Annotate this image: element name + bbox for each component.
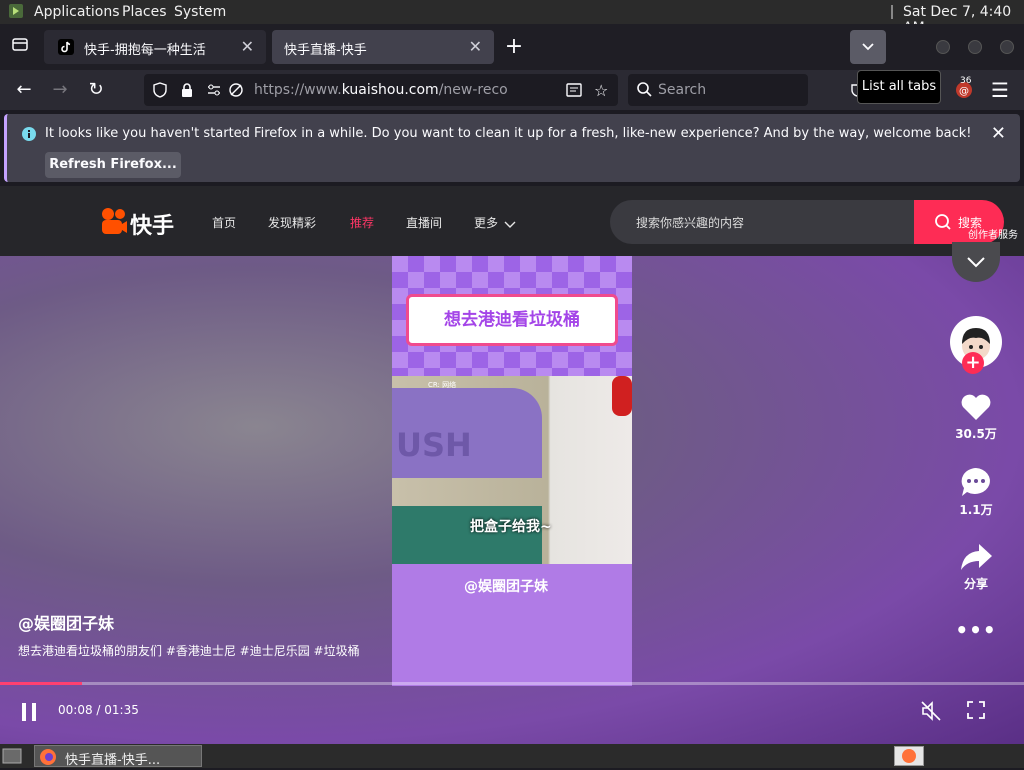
video-watermark: @娱圈团子妹 [464,579,548,595]
close-tab-icon[interactable]: ✕ [241,37,254,56]
url-domain: kuaishou.com [341,82,439,98]
red-glove [612,376,632,416]
notification-message: It looks like you haven't started Firefo… [45,126,972,141]
trash-bin-top: USH [392,388,542,478]
search-placeholder: Search [658,82,707,98]
progress-fill [0,682,82,685]
applications-icon[interactable] [8,3,24,23]
nav-more[interactable]: 更多 [474,214,498,231]
share-arrow-icon [961,544,992,570]
video-controls: 00:08 / 01:35 [0,682,1024,744]
tab-kuaishou-live[interactable]: 快手直播-快手 ✕ [272,30,494,64]
info-icon [21,126,37,146]
url-scheme: https://www. [254,82,342,98]
kuaishou-logo-icon[interactable] [100,206,128,240]
chevron-down-icon[interactable] [504,215,516,234]
shield-icon[interactable] [152,82,168,102]
tiktok-icon [58,39,74,55]
search-icon [636,81,652,101]
desktop-taskbar: 快手直播-快手... [0,744,1024,768]
autoplay-blocked-icon[interactable] [228,82,244,102]
url-text[interactable]: https://www.kuaishou.com/new-reco [254,82,508,98]
taskbar-window-button[interactable]: 快手直播-快手... [34,745,202,770]
lock-icon[interactable] [180,82,194,102]
menu-system[interactable]: System [174,4,226,20]
window-minimize-button[interactable] [936,40,950,54]
sign-text: USH [396,426,472,464]
hamburger-menu-icon[interactable]: ☰ [988,78,1012,102]
tab-title: 快手-拥抱每一种生活 [84,43,206,58]
share-label: 分享 [963,577,988,591]
video-player[interactable]: 想去港迪看垃圾桶 CR: 网络 USH 把盒子给我~ @娱圈团子妹 + 30.5… [0,242,1024,744]
extension-badge: 36 [960,76,972,86]
pause-icon[interactable] [20,702,38,726]
tooltip: List all tabs [857,70,941,104]
firefox-view-icon[interactable] [8,35,32,59]
creator-service-link[interactable]: 创作者服务 [968,226,1018,241]
url-bar[interactable]: https://www.kuaishou.com/new-reco ☆ [144,74,618,106]
menu-applications[interactable]: Applications [34,4,120,20]
close-tab-icon[interactable]: ✕ [469,37,482,56]
kuaishou-logo-text[interactable]: 快手 [130,208,174,240]
comment-icon [961,468,990,496]
follow-plus-button[interactable]: + [962,352,984,374]
site-search-input[interactable]: 搜索你感兴趣的内容 [610,200,914,244]
mute-icon[interactable] [920,700,942,726]
search-icon [934,213,952,235]
nav-live[interactable]: 直播间 [406,214,442,231]
firefox-notification-bar: It looks like you haven't started Firefo… [4,114,1020,182]
page-content: 快手 首页 发现精彩 推荐 直播间 更多 搜索你感兴趣的内容 搜索 创作者服务 … [0,186,1024,744]
tab-title: 快手直播-快手 [284,43,367,58]
video-subtitle: 把盒子给我~ [470,519,552,535]
url-path: /new-reco [438,82,508,98]
playback-time: 00:08 / 01:35 [58,703,139,717]
workspace-switcher[interactable] [894,746,924,766]
close-notification-icon[interactable]: ✕ [991,123,1006,144]
nav-discover[interactable]: 发现精彩 [268,214,316,231]
firefox-icon [39,748,57,770]
back-arrow-icon[interactable]: ← [12,78,36,102]
prev-video-button[interactable] [952,242,1000,282]
tab-kuaishou-home[interactable]: 快手-拥抱每一种生活 ✕ [44,30,266,64]
more-options-icon[interactable]: ••• [946,618,1006,642]
reader-view-icon[interactable] [566,82,582,102]
fullscreen-icon[interactable] [966,700,986,724]
list-all-tabs-button[interactable] [850,30,886,64]
like-count: 30.5万 [955,427,997,441]
tab-strip: 快手-拥抱每一种生活 ✕ 快手直播-快手 ✕ + [0,24,1024,70]
like-button[interactable]: 30.5万 [946,392,1006,442]
video-author[interactable]: @娱圈团子妹 [18,610,114,634]
comment-button[interactable]: 1.1万 [946,466,1006,518]
menu-places[interactable]: Places [122,4,167,20]
share-button[interactable]: 分享 [946,542,1006,592]
window-maximize-button[interactable] [968,40,982,54]
bookmark-star-icon[interactable]: ☆ [594,81,608,100]
reload-icon[interactable]: ↻ [84,78,108,102]
taskbar-window-title: 快手直播-快手... [65,753,161,768]
heart-icon [961,394,991,420]
window-close-button[interactable] [1000,40,1014,54]
video-scene: CR: 网络 USH 把盒子给我~ [392,376,632,564]
desktop-top-panel: Applications Places System Sat Dec 7, 4:… [0,0,1024,36]
search-bar[interactable]: Search [628,74,808,106]
forward-arrow-icon[interactable]: → [48,78,72,102]
nav-home[interactable]: 首页 [212,214,236,231]
comment-count: 1.1万 [959,503,993,517]
kuaishou-header: 快手 首页 发现精彩 推荐 直播间 更多 搜索你感兴趣的内容 搜索 创作者服务 [0,186,1024,256]
video-caption: 想去港迪看垃圾桶的朋友们 #香港迪士尼 #迪士尼乐园 #垃圾桶 [18,644,360,658]
permissions-icon[interactable] [206,82,222,102]
video-frame: 想去港迪看垃圾桶 CR: 网络 USH 把盒子给我~ @娱圈团子妹 [392,256,632,686]
nav-recommend[interactable]: 推荐 [350,214,374,231]
refresh-firefox-button[interactable]: Refresh Firefox... [45,152,181,178]
svg-text:@: @ [959,86,969,97]
panel-separator [891,5,893,19]
video-banner: 想去港迪看垃圾桶 [406,294,618,346]
progress-track[interactable] [0,682,1024,685]
show-desktop-icon[interactable] [2,746,24,770]
new-tab-icon[interactable]: + [502,35,526,59]
site-search-placeholder: 搜索你感兴趣的内容 [636,216,745,230]
